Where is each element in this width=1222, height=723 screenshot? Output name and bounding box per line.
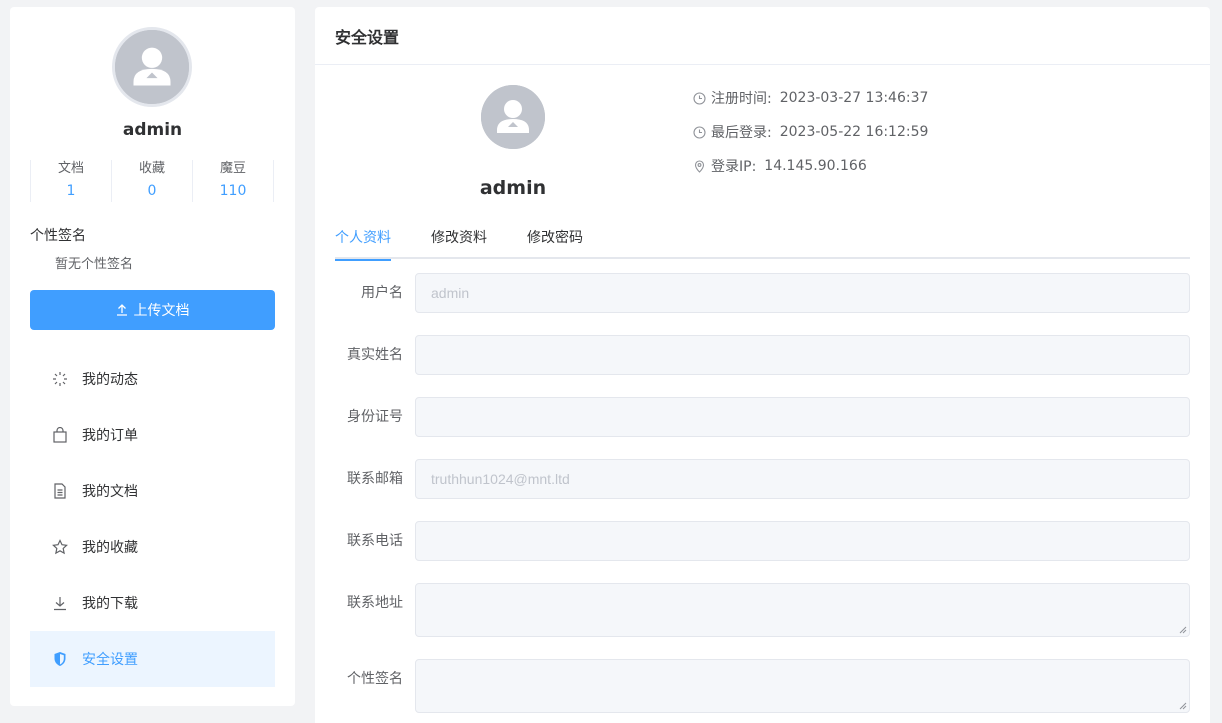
realname-field[interactable] (415, 335, 1190, 375)
phone-label: 联系电话 (347, 533, 403, 549)
location-icon (693, 159, 706, 173)
signature-text: 暂无个性签名 (55, 257, 134, 272)
sidebar-item-downloads[interactable]: 我的下载 (30, 575, 275, 631)
clock-icon (693, 125, 706, 139)
profile-username: admin (479, 177, 547, 199)
idcard-label: 身份证号 (347, 409, 403, 425)
avatar (112, 27, 192, 107)
clock-icon (693, 91, 706, 105)
sidebar-item-label: 我的动态 (82, 372, 138, 388)
last-login-value: 2023-05-22 16:12:59 (779, 124, 929, 140)
login-ip: 登录IP: 14.145.90.166 (693, 156, 867, 176)
sidebar-item-documents[interactable]: 我的文档 (30, 463, 275, 519)
upload-icon (116, 304, 128, 316)
ip-value: 14.145.90.166 (764, 158, 867, 174)
sidebar-item-label: 安全设置 (82, 652, 138, 668)
page-title: 安全设置 (315, 7, 1210, 65)
form-row-idcard: 身份证号 (335, 397, 1190, 437)
stat-favorites[interactable]: 收藏 0 (111, 160, 192, 202)
register-time: 注册时间: 2023-03-27 13:46:37 (693, 88, 928, 108)
email-label: 联系邮箱 (347, 471, 403, 487)
user-stats: 文档 1 收藏 0 魔豆 110 (30, 160, 274, 202)
stat-value: 0 (147, 183, 157, 199)
ip-label: 登录IP: (711, 159, 757, 175)
register-label: 注册时间: (711, 91, 772, 107)
sidebar-item-orders[interactable]: 我的订单 (30, 407, 275, 463)
sidebar-menu: 我的动态 我的订单 我的文档 我的收藏 我的下载 安全设置 (30, 351, 275, 687)
username-field[interactable]: admin (415, 273, 1190, 313)
star-icon (52, 539, 68, 555)
stat-beans[interactable]: 魔豆 110 (192, 160, 274, 202)
profile-tabs: 个人资料 修改资料 修改密码 (335, 227, 1190, 261)
sidebar-item-favorites[interactable]: 我的收藏 (30, 519, 275, 575)
form-row-phone: 联系电话 (335, 521, 1190, 561)
avatar (481, 85, 545, 149)
user-avatar-icon (481, 85, 545, 149)
user-avatar-icon (115, 30, 189, 104)
stat-label: 收藏 (138, 161, 165, 176)
username-label: 用户名 (361, 285, 403, 301)
email-field[interactable]: truthhun1024@mnt.ltd (415, 459, 1190, 499)
stat-value: 1 (66, 183, 76, 199)
last-login-label: 最后登录: (711, 125, 772, 141)
phone-field[interactable] (415, 521, 1190, 561)
form-row-signature: 个性签名 (335, 659, 1190, 713)
register-value: 2023-03-27 13:46:37 (779, 90, 929, 106)
stat-value: 110 (219, 183, 247, 199)
upload-document-button[interactable]: 上传文档 (30, 290, 275, 330)
shopping-bag-icon (52, 427, 68, 443)
form-row-username: 用户名 admin (335, 273, 1190, 313)
signature-textarea[interactable] (415, 659, 1190, 713)
signature-title: 个性签名 (30, 228, 86, 244)
security-settings-panel: 安全设置 admin 注册时间: 2023-03-27 13:46:37 最后登… (315, 7, 1210, 723)
sidebar-item-activity[interactable]: 我的动态 (30, 351, 275, 407)
form-row-realname: 真实姓名 (335, 335, 1190, 375)
address-label: 联系地址 (347, 595, 403, 611)
stat-documents[interactable]: 文档 1 (30, 160, 111, 202)
resize-handle-icon[interactable] (1179, 702, 1187, 710)
form-row-address: 联系地址 (335, 583, 1190, 637)
sidebar-item-label: 我的文档 (82, 484, 138, 500)
profile-sidebar: admin 文档 1 收藏 0 魔豆 110 个性签名 暂无个性签名 上传文档 (10, 7, 295, 706)
resize-handle-icon[interactable] (1179, 626, 1187, 634)
tab-edit-profile[interactable]: 修改资料 (431, 227, 487, 259)
signature-label: 个性签名 (347, 671, 403, 687)
sidebar-item-label: 我的收藏 (82, 540, 138, 556)
stat-label: 文档 (57, 161, 84, 176)
tab-change-password[interactable]: 修改密码 (527, 227, 583, 259)
address-textarea[interactable] (415, 583, 1190, 637)
tab-personal-info[interactable]: 个人资料 (335, 227, 391, 261)
form-row-email: 联系邮箱 truthhun1024@mnt.ltd (335, 459, 1190, 499)
sidebar-username: admin (122, 120, 183, 140)
sidebar-item-security[interactable]: 安全设置 (30, 631, 275, 687)
realname-label: 真实姓名 (347, 347, 403, 363)
stat-label: 魔豆 (219, 161, 246, 176)
document-icon (52, 483, 68, 499)
download-icon (52, 595, 68, 611)
sidebar-item-label: 我的下载 (82, 596, 138, 612)
sidebar-item-label: 我的订单 (82, 428, 138, 444)
shield-icon (52, 651, 68, 667)
upload-button-label: 上传文档 (133, 303, 190, 319)
loading-icon (52, 371, 68, 387)
idcard-field[interactable] (415, 397, 1190, 437)
last-login-time: 最后登录: 2023-05-22 16:12:59 (693, 122, 928, 142)
